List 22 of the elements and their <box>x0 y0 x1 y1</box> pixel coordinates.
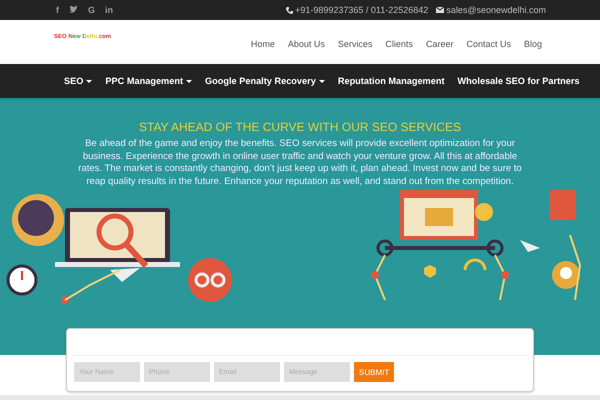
twitter-bird-icon[interactable] <box>69 6 78 14</box>
menu-link[interactable]: Blog <box>524 39 542 49</box>
hero-title: STAY AHEAD OF THE CURVE WITH OUR SEO SERVICES <box>138 120 462 134</box>
linkedin-link[interactable]: in <box>105 5 114 15</box>
facebook-link[interactable]: f <box>56 5 59 15</box>
nav-item[interactable]: Reputation Management <box>338 76 445 86</box>
menu-link[interactable]: Contact Us <box>466 39 511 49</box>
nav-item[interactable]: Google Penalty Recovery <box>205 76 325 86</box>
nav-item[interactable]: SEO <box>64 76 92 86</box>
nav-item[interactable]: PPC Management <box>105 76 192 86</box>
menu-link[interactable]: Home <box>250 39 275 49</box>
phone-numbers: +91-9899237365 / 011-22526842 <box>295 5 428 15</box>
hero-description: Be ahead of the game and enjoy the benefits. SEO services will provide excellent optimization for your business. Experience the growth in online user traffic and watch your venture grow. All this at affordable rates. The market is constantly changing, don’t just keep up with it, plan ahead. Invest now and be sure to reap quality results in the future. Enhance your reputation as well, and stand out from the competition. <box>77 138 523 188</box>
email-address: sales@seonewdelhi.com <box>446 5 546 15</box>
nav-item[interactable]: Wholesale SEO for Partners <box>458 76 580 86</box>
menu-link[interactable]: About Us <box>288 39 325 49</box>
menu-link[interactable]: Services <box>338 39 372 49</box>
phone-icon <box>286 6 294 14</box>
google-link[interactable]: G <box>88 5 96 15</box>
menu-link[interactable]: Clients <box>385 39 413 49</box>
envelope-icon <box>436 7 444 13</box>
menu-link[interactable]: Career <box>426 39 454 49</box>
